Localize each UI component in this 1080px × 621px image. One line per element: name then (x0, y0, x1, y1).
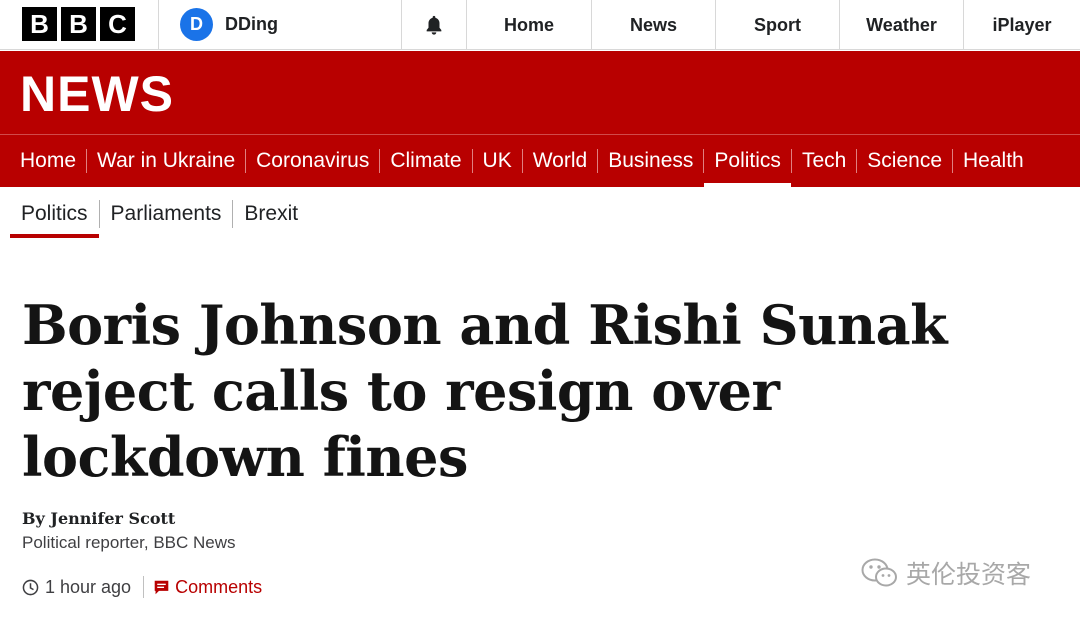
global-header: B B C D DDing Home News Sport Weather iP… (0, 0, 1080, 50)
global-nav-sport[interactable]: Sport (715, 0, 839, 50)
watermark: 英伦投资客 (860, 555, 1031, 591)
bbc-logo-letter: B (22, 7, 57, 41)
section-nav-business[interactable]: Business (598, 135, 703, 187)
comment-icon (154, 580, 169, 594)
subnav-politics[interactable]: Politics (10, 192, 99, 238)
wechat-icon (861, 558, 897, 587)
politics-subnav: Politics Parliaments Brexit (10, 190, 309, 238)
news-banner: NEWS (0, 51, 1080, 134)
section-nav-health[interactable]: Health (953, 135, 1034, 187)
comments-label: Comments (175, 576, 263, 597)
notifications-button[interactable] (402, 0, 466, 50)
article-meta: 1 hour ago Comments (22, 574, 262, 600)
comments-link[interactable]: Comments (153, 577, 262, 598)
article-headline: Boris Johnson and Rishi Sunak reject cal… (22, 293, 948, 489)
clock-icon (22, 579, 39, 595)
account-button[interactable]: D DDing (180, 8, 278, 41)
bbc-logo[interactable]: B B C (22, 7, 135, 41)
global-nav-news[interactable]: News (591, 0, 715, 50)
watermark-text: 英伦投资客 (906, 560, 1032, 589)
divider (158, 0, 159, 50)
bell-icon (426, 15, 442, 35)
subnav-parliaments[interactable]: Parliaments (100, 192, 233, 236)
section-nav-politics[interactable]: Politics (704, 135, 791, 187)
divider (143, 576, 145, 598)
byline-author: By Jennifer Scott (22, 509, 176, 528)
account-name: DDing (225, 14, 278, 34)
avatar: D (180, 8, 213, 41)
bbc-logo-letter: B (61, 7, 96, 41)
section-nav-climate[interactable]: Climate (380, 135, 471, 187)
subnav-brexit[interactable]: Brexit (233, 192, 309, 236)
section-nav-tech[interactable]: Tech (792, 135, 856, 187)
global-nav-home[interactable]: Home (466, 0, 591, 50)
news-wordmark[interactable]: NEWS (20, 65, 174, 123)
byline-role: Political reporter, BBC News (22, 533, 236, 552)
global-nav-iplayer[interactable]: iPlayer (963, 0, 1080, 50)
global-nav: Home News Sport Weather iPlayer (466, 0, 1080, 50)
section-nav-science[interactable]: Science (857, 135, 952, 187)
section-nav-home[interactable]: Home (10, 135, 86, 187)
section-nav-coronavirus[interactable]: Coronavirus (246, 135, 379, 187)
publish-time: 1 hour ago (45, 576, 132, 597)
section-nav-uk[interactable]: UK (473, 135, 522, 187)
section-nav: Home War in Ukraine Coronavirus Climate … (0, 134, 1080, 187)
global-nav-weather[interactable]: Weather (839, 0, 963, 50)
bbc-logo-letter: C (100, 7, 135, 41)
section-nav-world[interactable]: World (523, 135, 597, 187)
section-nav-war-in-ukraine[interactable]: War in Ukraine (87, 135, 245, 187)
